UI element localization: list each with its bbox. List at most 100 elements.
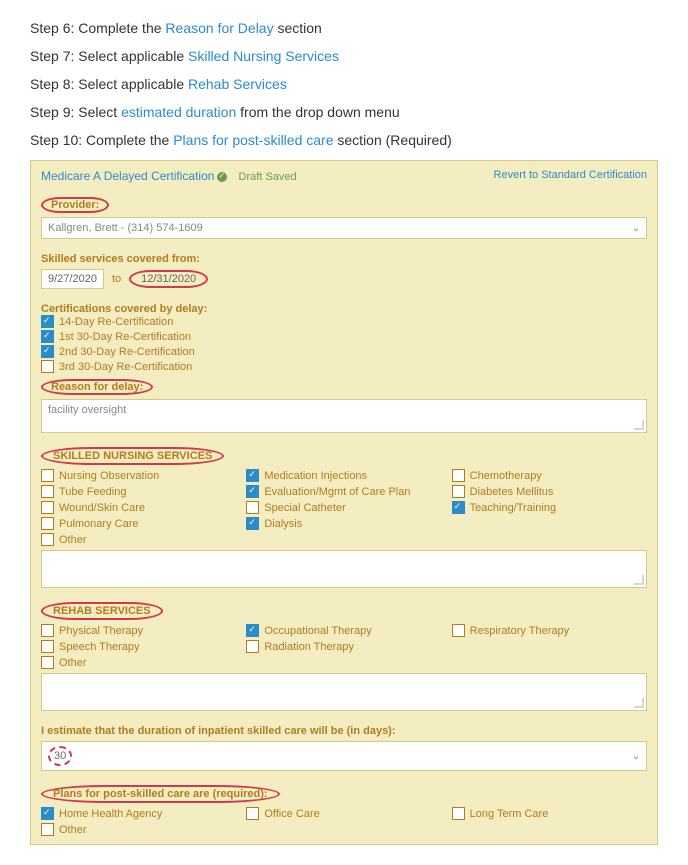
check-icon <box>217 172 227 182</box>
step-6-pre: Step 6: Complete the <box>30 20 165 36</box>
rehab-rad-label: Radiation Therapy <box>264 641 354 653</box>
date-row: 9/27/2020 to 12/31/2020 <box>41 269 647 289</box>
plans-grid: Home Health Agency Office Care Long Term… <box>41 807 647 836</box>
sns-textarea[interactable] <box>41 550 647 588</box>
estimate-dropdown[interactable]: 30 ⌄ <box>41 741 647 771</box>
date-from-input[interactable]: 9/27/2020 <box>41 269 104 289</box>
sns-tube-checkbox[interactable] <box>41 485 54 498</box>
reason-textarea[interactable]: facility oversight <box>41 399 647 433</box>
step-10-post: section (Required) <box>334 132 452 148</box>
provider-value: Kallgren, Brett - (314) 574-1609 <box>48 222 203 234</box>
rehab-resp-label: Respiratory Therapy <box>470 625 569 637</box>
sns-pulmonary-checkbox[interactable] <box>41 517 54 530</box>
certification-form: Medicare A Delayed Certification Draft S… <box>30 160 658 845</box>
sns-eval-checkbox[interactable] <box>246 485 259 498</box>
cert-row-0: 14-Day Re-Certification <box>41 315 647 328</box>
plans-office-checkbox[interactable] <box>246 807 259 820</box>
certifications-header: Certifications covered by delay: <box>41 303 647 315</box>
plans-ltc-checkbox[interactable] <box>452 807 465 820</box>
rehab-textarea[interactable] <box>41 673 647 711</box>
plans-hha-label: Home Health Agency <box>59 808 162 820</box>
step-9-link: estimated duration <box>121 104 236 120</box>
step-10-pre: Step 10: Complete the <box>30 132 173 148</box>
rehab-grid: Physical Therapy Occupational Therapy Re… <box>41 624 647 669</box>
rehab-ot-checkbox[interactable] <box>246 624 259 637</box>
cert-3-checkbox[interactable] <box>41 360 54 373</box>
date-to-highlight: 12/31/2020 <box>129 270 208 288</box>
reason-value: facility oversight <box>48 404 126 416</box>
rehab-resp-checkbox[interactable] <box>452 624 465 637</box>
sns-grid: Nursing Observation Medication Injection… <box>41 469 647 546</box>
plans-hha-checkbox[interactable] <box>41 807 54 820</box>
plans-other-checkbox[interactable] <box>41 823 54 836</box>
sns-other-checkbox[interactable] <box>41 533 54 546</box>
covered-from-section: Skilled services covered from: 9/27/2020… <box>41 253 647 289</box>
sns-diabetes-label: Diabetes Mellitus <box>470 486 554 498</box>
sns-pulmonary-label: Pulmonary Care <box>59 518 138 530</box>
step-9-post: from the drop down menu <box>236 104 399 120</box>
sns-medication-label: Medication Injections <box>264 470 367 482</box>
cert-3-label: 3rd 30-Day Re-Certification <box>59 361 192 373</box>
plans-section: Plans for post-skilled care are (require… <box>41 785 647 836</box>
sns-label: SKILLED NURSING SERVICES <box>41 447 224 465</box>
step-7: Step 7: Select applicable Skilled Nursin… <box>30 48 658 64</box>
rehab-other-label: Other <box>59 657 87 669</box>
date-to-input[interactable]: 12/31/2020 <box>141 273 196 285</box>
sns-teaching-checkbox[interactable] <box>452 501 465 514</box>
reason-label: Reason for delay: <box>41 379 153 395</box>
draft-saved-badge: Draft Saved <box>217 171 296 183</box>
sns-catheter-checkbox[interactable] <box>246 501 259 514</box>
sns-teaching-label: Teaching/Training <box>470 502 556 514</box>
cert-0-checkbox[interactable] <box>41 315 54 328</box>
step-7-pre: Step 7: Select applicable <box>30 48 188 64</box>
step-6: Step 6: Complete the Reason for Delay se… <box>30 20 658 36</box>
rehab-speech-label: Speech Therapy <box>59 641 140 653</box>
sns-wound-label: Wound/Skin Care <box>59 502 145 514</box>
plans-other-label: Other <box>59 824 87 836</box>
cert-row-2: 2nd 30-Day Re-Certification <box>41 345 647 358</box>
plans-label: Plans for post-skilled care are (require… <box>41 785 280 803</box>
provider-section: Provider: Kallgren, Brett - (314) 574-16… <box>41 197 647 239</box>
step-6-link: Reason for Delay <box>165 20 273 36</box>
rehab-speech-checkbox[interactable] <box>41 640 54 653</box>
sns-dialysis-checkbox[interactable] <box>246 517 259 530</box>
sns-dialysis-label: Dialysis <box>264 518 302 530</box>
to-word: to <box>112 273 121 285</box>
cert-2-checkbox[interactable] <box>41 345 54 358</box>
plans-office-label: Office Care <box>264 808 319 820</box>
step-8: Step 8: Select applicable Rehab Services <box>30 76 658 92</box>
step-9-pre: Step 9: Select <box>30 104 121 120</box>
form-title: Medicare A Delayed Certification <box>41 169 214 183</box>
rehab-pt-checkbox[interactable] <box>41 624 54 637</box>
sns-nursing-checkbox[interactable] <box>41 469 54 482</box>
rehab-other-checkbox[interactable] <box>41 656 54 669</box>
resize-grip-icon[interactable] <box>634 420 644 430</box>
rehab-ot-label: Occupational Therapy <box>264 625 371 637</box>
provider-label: Provider: <box>41 197 109 213</box>
cert-0-label: 14-Day Re-Certification <box>59 316 173 328</box>
cert-1-label: 1st 30-Day Re-Certification <box>59 331 191 343</box>
resize-grip-icon[interactable] <box>634 698 644 708</box>
sns-nursing-label: Nursing Observation <box>59 470 159 482</box>
rehab-rad-checkbox[interactable] <box>246 640 259 653</box>
plans-ltc-label: Long Term Care <box>470 808 549 820</box>
sns-wound-checkbox[interactable] <box>41 501 54 514</box>
draft-saved-text: Draft Saved <box>239 171 297 183</box>
cert-row-3: 3rd 30-Day Re-Certification <box>41 360 647 373</box>
resize-grip-icon[interactable] <box>634 575 644 585</box>
cert-2-label: 2nd 30-Day Re-Certification <box>59 346 195 358</box>
rehab-pt-label: Physical Therapy <box>59 625 143 637</box>
sns-diabetes-checkbox[interactable] <box>452 485 465 498</box>
cert-row-1: 1st 30-Day Re-Certification <box>41 330 647 343</box>
provider-dropdown[interactable]: Kallgren, Brett - (314) 574-1609 ⌄ <box>41 217 647 239</box>
step-8-link: Rehab Services <box>188 76 287 92</box>
covered-from-label: Skilled services covered from: <box>41 253 200 265</box>
sns-section: SKILLED NURSING SERVICES Nursing Observa… <box>41 447 647 588</box>
cert-1-checkbox[interactable] <box>41 330 54 343</box>
sns-chemo-checkbox[interactable] <box>452 469 465 482</box>
sns-tube-label: Tube Feeding <box>59 486 126 498</box>
form-header-row: Medicare A Delayed Certification Draft S… <box>41 169 647 183</box>
revert-link[interactable]: Revert to Standard Certification <box>494 169 647 181</box>
step-10: Step 10: Complete the Plans for post-ski… <box>30 132 658 148</box>
sns-medication-checkbox[interactable] <box>246 469 259 482</box>
